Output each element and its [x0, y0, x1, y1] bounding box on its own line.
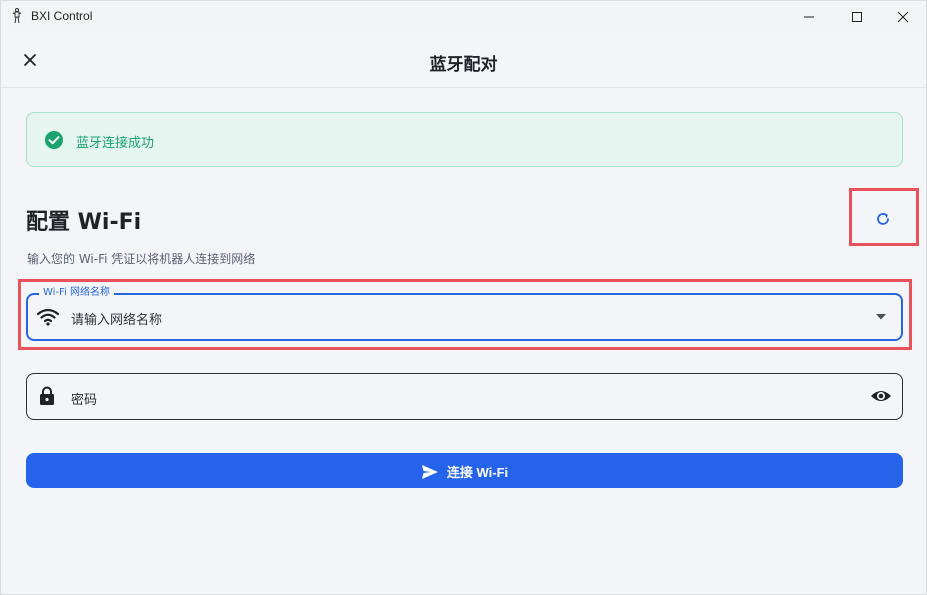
window-close-button[interactable]	[880, 1, 926, 32]
title-bar: BXI Control	[1, 1, 926, 32]
wifi-field-label: Wi-Fi 网络名称	[39, 286, 115, 300]
dropdown-icon	[876, 314, 886, 320]
success-banner: 蓝牙连接成功	[26, 112, 903, 167]
password-input[interactable]: 密码	[26, 373, 903, 420]
wifi-icon	[37, 308, 59, 326]
minimize-button[interactable]	[786, 1, 832, 32]
page-header: 蓝牙配对	[1, 32, 926, 88]
maximize-icon	[852, 11, 862, 22]
window-title: BXI Control	[31, 9, 93, 23]
wifi-placeholder: 请输入网络名称	[71, 313, 163, 328]
minimize-icon	[804, 16, 814, 17]
check-circle-icon	[45, 131, 63, 149]
section-title: 配置 Wi-Fi	[26, 210, 142, 235]
window-close-icon	[897, 11, 909, 22]
app-window: BXI Control 蓝牙配对 蓝牙连接成功 配置 Wi-Fi 输入您的 Wi…	[0, 0, 927, 595]
section-subtitle: 输入您的 Wi-Fi 凭证以将机器人连接到网络	[27, 252, 256, 266]
maximize-button[interactable]	[834, 1, 880, 32]
connect-wifi-button[interactable]: 连接 Wi-Fi	[26, 453, 903, 488]
refresh-icon	[877, 213, 889, 225]
connect-button-content: 连接 Wi-Fi	[26, 462, 903, 481]
refresh-button[interactable]	[871, 207, 895, 231]
lock-icon	[40, 386, 54, 405]
success-message: 蓝牙连接成功	[76, 136, 155, 151]
page-title: 蓝牙配对	[429, 55, 498, 75]
send-icon	[421, 464, 438, 479]
connect-button-label: 连接 Wi-Fi	[446, 465, 509, 480]
robot-icon	[12, 8, 22, 24]
eye-icon[interactable]	[870, 387, 892, 405]
wifi-network-select[interactable]: 请输入网络名称	[26, 293, 903, 341]
password-placeholder: 密码	[71, 393, 98, 408]
